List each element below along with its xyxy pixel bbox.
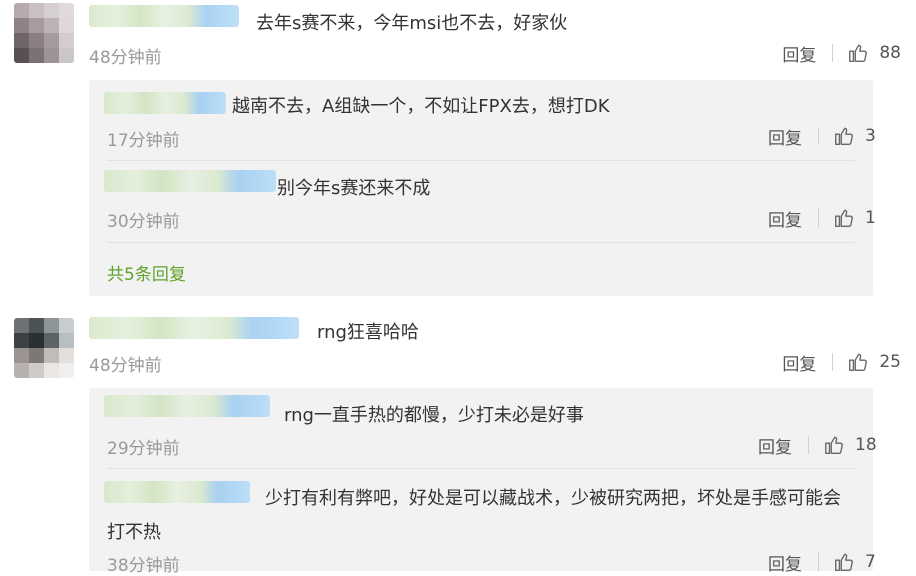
reply-button[interactable]: 回复 bbox=[768, 206, 802, 231]
reply-actions: 回复 1 bbox=[768, 206, 881, 231]
comment-time: 48分钟前 bbox=[89, 48, 162, 68]
thumbs-up-icon bbox=[849, 44, 868, 62]
avatar-pixel bbox=[44, 33, 59, 48]
reply-time: 30分钟前 bbox=[107, 212, 180, 232]
reply-text: rng一直手热的都慢，少打未必是好事 bbox=[284, 405, 584, 426]
action-divider bbox=[818, 553, 819, 571]
like-count: 1 bbox=[865, 208, 876, 228]
like-button[interactable]: 3 bbox=[833, 125, 881, 147]
avatar-pixel bbox=[29, 3, 44, 18]
username-blurred[interactable] bbox=[89, 317, 299, 339]
avatar-pixel bbox=[59, 48, 74, 63]
avatar-pixel bbox=[59, 318, 74, 333]
avatar-pixel bbox=[59, 348, 74, 363]
like-count: 88 bbox=[879, 43, 901, 63]
like-button[interactable]: 25 bbox=[847, 351, 901, 373]
avatar-pixel bbox=[44, 363, 59, 378]
like-count: 7 bbox=[865, 552, 876, 572]
reply-time: 38分钟前 bbox=[107, 556, 180, 576]
reply-actions: 回复 3 bbox=[768, 124, 881, 149]
avatar-pixel bbox=[59, 18, 74, 33]
like-button[interactable]: 1 bbox=[833, 207, 881, 229]
like-count: 18 bbox=[855, 435, 877, 455]
like-button[interactable]: 18 bbox=[823, 434, 881, 456]
action-divider bbox=[832, 353, 834, 371]
reply-text-continued: 打不热 bbox=[107, 522, 161, 543]
like-button[interactable]: 88 bbox=[847, 42, 901, 64]
action-divider bbox=[832, 44, 834, 62]
comment-text: rng狂喜哈哈 bbox=[317, 322, 419, 343]
avatar-pixel bbox=[44, 333, 59, 348]
thumbs-up-icon bbox=[835, 127, 853, 145]
avatar-pixel bbox=[29, 348, 44, 363]
reply-text: 别今年s赛还来不成 bbox=[277, 178, 431, 199]
username-blurred[interactable] bbox=[104, 170, 276, 192]
avatar[interactable] bbox=[14, 3, 74, 63]
reply-button[interactable]: 回复 bbox=[782, 41, 816, 66]
avatar-pixel bbox=[14, 18, 29, 33]
username-blurred[interactable] bbox=[104, 481, 250, 503]
reply-list: 越南不去，A组缺一个，不如让FPX去，想打DK 17分钟前 回复 3 别今年s赛… bbox=[89, 80, 876, 296]
username-blurred[interactable] bbox=[104, 395, 270, 417]
reply-actions: 回复 7 bbox=[768, 550, 881, 575]
avatar-pixel bbox=[14, 33, 29, 48]
avatar-pixel bbox=[44, 3, 59, 18]
avatar-pixel bbox=[14, 333, 29, 348]
reply-text: 少打有利有弊吧，好处是可以藏战术，少被研究两把，坏处是手感可能会 bbox=[265, 488, 841, 509]
avatar-pixel bbox=[29, 318, 44, 333]
avatar-pixel bbox=[14, 348, 29, 363]
thumbs-up-icon bbox=[849, 353, 868, 371]
avatar-pixel bbox=[29, 363, 44, 378]
comment-actions: 回复 88 bbox=[782, 41, 901, 66]
username-blurred[interactable] bbox=[104, 92, 226, 114]
avatar-pixel bbox=[59, 363, 74, 378]
reply-time: 29分钟前 bbox=[107, 439, 180, 459]
thumbs-up-icon bbox=[835, 553, 853, 571]
avatar-pixel bbox=[44, 348, 59, 363]
action-divider bbox=[818, 209, 819, 227]
thumbs-up-icon bbox=[835, 209, 853, 227]
more-replies-link[interactable]: 共5条回复 bbox=[107, 260, 186, 285]
action-divider bbox=[818, 127, 819, 145]
action-divider bbox=[808, 436, 809, 454]
avatar-pixel bbox=[29, 18, 44, 33]
reply-button[interactable]: 回复 bbox=[758, 433, 792, 458]
avatar-pixel bbox=[14, 3, 29, 18]
comment-time: 48分钟前 bbox=[89, 356, 162, 376]
avatar-pixel bbox=[14, 318, 29, 333]
avatar-pixel bbox=[44, 18, 59, 33]
reply-button[interactable]: 回复 bbox=[768, 124, 802, 149]
comment-text: 去年s赛不来，今年msi也不去，好家伙 bbox=[256, 13, 568, 34]
username-blurred[interactable] bbox=[89, 5, 239, 27]
reply-list: rng一直手热的都慢，少打未必是好事 29分钟前 回复 18 少打有利有弊吧，好… bbox=[89, 388, 877, 576]
like-count: 3 bbox=[865, 126, 876, 146]
reply-button[interactable]: 回复 bbox=[782, 350, 816, 375]
avatar-pixel bbox=[14, 363, 29, 378]
like-button[interactable]: 7 bbox=[833, 551, 881, 573]
avatar-pixel bbox=[29, 33, 44, 48]
avatar-pixel bbox=[29, 333, 44, 348]
avatar[interactable] bbox=[14, 318, 74, 378]
avatar-pixel bbox=[44, 318, 59, 333]
like-count: 25 bbox=[879, 352, 901, 372]
comment-actions: 回复 25 bbox=[782, 350, 901, 375]
avatar-pixel bbox=[59, 3, 74, 18]
reply-divider bbox=[107, 242, 855, 243]
avatar-pixel bbox=[14, 48, 29, 63]
avatar-pixel bbox=[59, 333, 74, 348]
reply-text: 越南不去，A组缺一个，不如让FPX去，想打DK bbox=[232, 96, 610, 117]
reply-actions: 回复 18 bbox=[758, 433, 881, 458]
reply-divider bbox=[107, 468, 855, 469]
reply-divider bbox=[107, 160, 855, 161]
avatar-pixel bbox=[29, 48, 44, 63]
avatar-pixel bbox=[44, 48, 59, 63]
thumbs-up-icon bbox=[825, 436, 843, 454]
reply-time: 17分钟前 bbox=[107, 131, 180, 151]
avatar-pixel bbox=[59, 33, 74, 48]
